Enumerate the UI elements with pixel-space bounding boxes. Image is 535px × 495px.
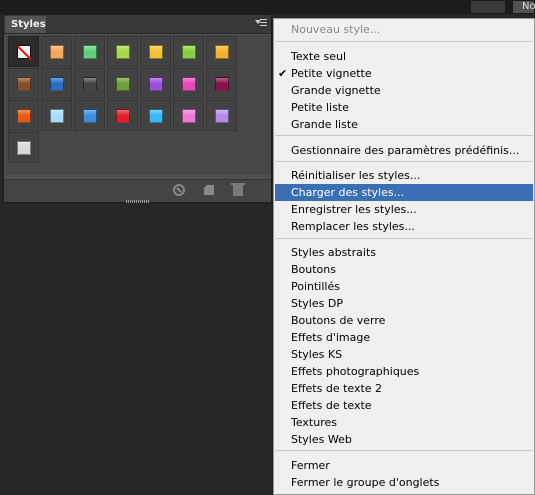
swatch-preview [17,45,31,59]
style-swatch[interactable] [8,100,39,131]
menu-item-library[interactable]: Styles KS [275,346,533,363]
style-swatch[interactable] [74,68,105,99]
menu-item-library[interactable]: Boutons de verre [275,312,533,329]
style-swatch[interactable] [140,100,171,131]
swatch-preview [17,109,31,123]
workspace-button[interactable] [470,0,506,14]
menu-item-library[interactable]: Textures [275,414,533,431]
tab-styles[interactable]: Styles [5,16,46,33]
style-swatch[interactable] [206,100,237,131]
menu-item-save-styles[interactable]: Enregistrer les styles... [275,201,533,218]
menu-item-library[interactable]: Styles DP [275,295,533,312]
menu-item-library[interactable]: Boutons [275,261,533,278]
style-swatch[interactable] [41,100,72,131]
swatch-preview [17,141,31,155]
menu-item-library[interactable]: Styles abstraits [275,244,533,261]
menu-item-library[interactable]: Pointillés [275,278,533,295]
swatch-preview [116,109,130,123]
menu-item-preset-manager[interactable]: Gestionnaire des paramètres prédéfinis..… [275,142,533,159]
style-swatch[interactable] [107,36,138,67]
swatch-preview [50,45,64,59]
swatch-preview [116,45,130,59]
menu-item-label: Petite vignette [291,67,372,80]
swatch-preview [182,77,196,91]
style-swatch[interactable] [107,100,138,131]
style-swatch[interactable] [8,132,39,163]
panel-tab-bar: Styles [4,15,271,34]
menu-item-library[interactable]: Effets d'image [275,329,533,346]
menu-item-large-thumbnail[interactable]: Grande vignette [275,82,533,99]
menu-separator [275,135,533,136]
clear-style-icon[interactable] [173,184,185,196]
style-swatch[interactable] [206,68,237,99]
swatch-preview [215,109,229,123]
panel-context-menu: Nouveau style... Texte seul ✔ Petite vign… [273,18,535,495]
style-swatch-none[interactable] [8,36,39,67]
swatch-preview [182,109,196,123]
menu-item-close-tab-group[interactable]: Fermer le groupe d'onglets [275,474,533,491]
menu-item-small-thumbnail[interactable]: ✔ Petite vignette [275,65,533,82]
style-swatch[interactable] [173,36,204,67]
menu-item-library[interactable]: Effets photographiques [275,363,533,380]
checkmark-icon: ✔ [278,67,288,80]
menu-separator [275,450,533,451]
swatch-preview [149,45,163,59]
workspace-tab-label: No [522,1,535,12]
style-swatch[interactable] [8,68,39,99]
menu-separator [275,161,533,162]
menu-item-library[interactable]: Effets de texte [275,397,533,414]
menu-item-new-style: Nouveau style... [291,23,381,36]
swatch-preview [215,77,229,91]
style-swatch[interactable] [173,100,204,131]
swatch-preview [215,45,229,59]
style-swatch[interactable] [107,68,138,99]
swatch-preview [17,77,31,91]
menu-item-large-list[interactable]: Grande liste [275,116,533,133]
menu-separator [275,41,533,42]
menu-item-replace-styles[interactable]: Remplacer les styles... [275,218,533,235]
swatch-preview [149,109,163,123]
style-swatch[interactable] [140,36,171,67]
style-swatch[interactable] [41,36,72,67]
menu-separator [275,238,533,239]
menu-item-library[interactable]: Effets de texte 2 [275,380,533,397]
styles-grid [6,35,271,175]
menu-item-reset-styles[interactable]: Réinitialiser les styles... [275,167,533,184]
style-swatch[interactable] [74,100,105,131]
swatch-preview [182,45,196,59]
style-swatch[interactable] [140,68,171,99]
menu-item-text-only[interactable]: Texte seul [275,48,533,65]
menu-item-load-styles[interactable]: Charger des styles... [275,184,533,201]
workspace-tab[interactable]: No [512,0,535,14]
swatch-preview [83,109,97,123]
swatch-preview [83,77,97,91]
swatch-preview [50,77,64,91]
swatch-preview [149,77,163,91]
resize-grip-icon[interactable] [126,200,150,203]
style-swatch[interactable] [173,68,204,99]
styles-panel: Styles [3,14,272,203]
swatch-preview [50,109,64,123]
trash-icon[interactable] [231,183,245,196]
new-style-icon[interactable] [201,182,214,195]
style-swatch[interactable] [74,36,105,67]
panel-menu-button[interactable] [255,17,267,29]
menu-item-small-list[interactable]: Petite liste [275,99,533,116]
menu-item-close[interactable]: Fermer [275,457,533,474]
menu-lines-icon [260,19,267,26]
panel-footer [4,179,271,203]
swatch-preview [83,45,97,59]
style-swatch[interactable] [41,68,72,99]
swatch-preview [116,77,130,91]
top-bar [0,0,535,14]
style-swatch[interactable] [206,36,237,67]
menu-item-library[interactable]: Styles Web [275,431,533,448]
